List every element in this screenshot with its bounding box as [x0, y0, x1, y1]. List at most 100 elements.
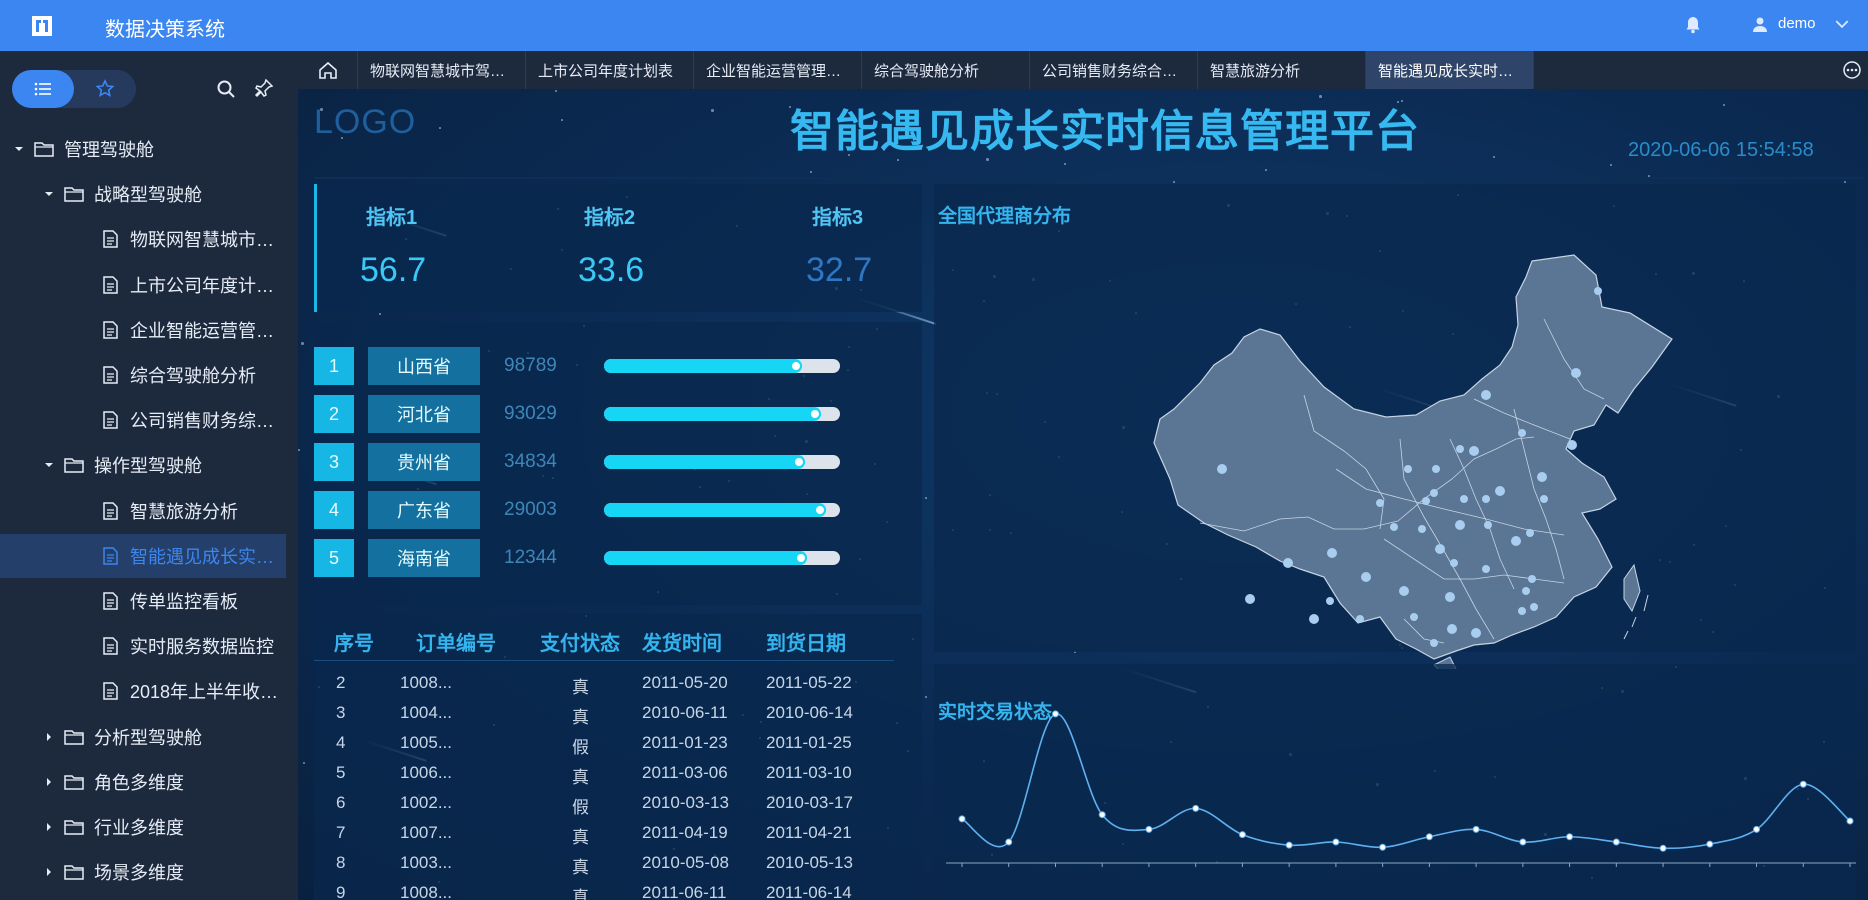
table-cell: 1005... [400, 733, 452, 752]
document-icon [103, 547, 118, 565]
home-tab[interactable] [298, 51, 358, 89]
top-bar: 数据决策系统 demo [0, 0, 1868, 51]
sidebar-item-label: 角色多维度 [94, 772, 184, 793]
sidebar-folder[interactable]: 场景多维度 [0, 850, 286, 894]
folder-icon [64, 775, 84, 790]
rank-number: 3 [314, 443, 354, 481]
tab[interactable]: 物联网智慧城市驾… [358, 51, 526, 89]
china-map[interactable] [1104, 199, 1694, 669]
progress-fill [604, 551, 807, 565]
caret-right-icon [47, 777, 51, 786]
table-cell: 2011-06-14 [766, 883, 852, 900]
favorites-button[interactable] [74, 70, 136, 108]
folder-icon [64, 187, 84, 202]
province-value: 34834 [504, 451, 557, 472]
folder-icon [64, 865, 84, 880]
sidebar-item-label: 行业多维度 [94, 818, 184, 838]
sidebar-item-label: 管理驾驶舱 [64, 140, 154, 160]
table-cell: 2011-05-22 [766, 673, 852, 692]
tab-label: 物联网智慧城市驾… [370, 62, 506, 80]
table-cell: 6 [336, 793, 346, 812]
tab-label: 公司销售财务综合… [1042, 62, 1178, 80]
ranking-row: 1 山西省 98789 [314, 347, 874, 385]
data-point [1285, 841, 1293, 849]
sidebar-folder[interactable]: 管理驾驶舱 [0, 127, 286, 171]
table-cell: 1007... [400, 823, 452, 842]
table-cell: 真 [572, 828, 589, 847]
caret-right-icon [47, 868, 51, 877]
sidebar-item-label: 企业智能运营管… [130, 320, 274, 341]
data-point [958, 815, 966, 823]
sidebar-item[interactable]: 上市公司年度计… [0, 263, 286, 307]
tab[interactable]: 企业智能运营管理… [694, 51, 862, 89]
data-point [1145, 825, 1153, 833]
dashboard-title: 智能遇见成长实时信息管理平台 [790, 107, 1420, 156]
progress-knob [809, 408, 821, 420]
sidebar-folder[interactable]: 角色多维度 [0, 760, 286, 804]
dashboard-logo: LOGO [314, 103, 417, 141]
sidebar-item[interactable]: 智慧旅游分析 [0, 489, 286, 533]
table-cell: 7 [336, 823, 346, 842]
table-header: 发货时间 [642, 633, 722, 655]
user-menu[interactable]: demo [1752, 15, 1850, 32]
province-value: 12344 [504, 547, 557, 568]
dashboard-datetime: 2020-06-06 15:54:58 [1628, 139, 1814, 161]
table-cell: 1008... [400, 673, 452, 692]
document-icon [103, 321, 118, 339]
search-icon[interactable] [216, 79, 236, 99]
table-cell: 真 [572, 678, 589, 697]
kpi-label: 指标1 [366, 207, 418, 229]
sidebar-item[interactable]: 公司销售财务综… [0, 398, 286, 442]
sidebar-folder[interactable]: 战略型驾驶舱 [0, 172, 286, 216]
sidebar-item[interactable]: 实时服务数据监控 [0, 624, 286, 668]
data-point [1192, 804, 1200, 812]
data-point [1098, 811, 1106, 819]
data-point [1519, 838, 1527, 846]
progress-bar [604, 407, 840, 421]
tab[interactable]: 综合驾驶舱分析 [862, 51, 1030, 89]
table-cell: 1006... [400, 763, 452, 782]
kpi-value: 33.6 [578, 251, 645, 289]
table-header: 到货日期 [766, 633, 846, 655]
tab[interactable]: 上市公司年度计划表 [526, 51, 694, 89]
tab[interactable]: 智能遇见成长实时… [1366, 51, 1534, 89]
more-options-icon[interactable] [1842, 60, 1862, 80]
sidebar-item[interactable]: 智能遇见成长实… [0, 533, 286, 578]
sidebar-item[interactable]: 综合驾驶舱分析 [0, 353, 286, 397]
sidebar-item-label: 场景多维度 [94, 863, 184, 884]
progress-fill [604, 407, 821, 421]
province-name: 广东省 [368, 491, 480, 529]
sidebar-item-label: 传单监控看板 [130, 592, 238, 612]
sidebar-item[interactable]: 物联网智慧城市… [0, 217, 286, 261]
sidebar-folder[interactable]: 分析型驾驶舱 [0, 715, 286, 759]
rank-number: 5 [314, 539, 354, 577]
list-icon [34, 82, 51, 96]
tab[interactable]: 智慧旅游分析 [1198, 51, 1366, 89]
table-cell: 真 [572, 888, 589, 900]
table-cell: 2010-06-14 [766, 703, 853, 722]
sidebar-folder[interactable]: 行业多维度 [0, 805, 286, 849]
tab-label: 智能遇见成长实时… [1378, 62, 1514, 80]
progress-knob [795, 552, 807, 564]
tab[interactable]: 公司销售财务综合… [1030, 51, 1198, 89]
table-cell: 4 [336, 733, 346, 752]
table-cell: 2011-05-20 [642, 673, 728, 692]
list-view-button[interactable] [12, 70, 74, 108]
kpi-label: 指标2 [584, 207, 636, 229]
bell-icon[interactable] [1686, 16, 1700, 34]
document-icon [103, 366, 118, 384]
pin-icon[interactable] [254, 78, 274, 98]
table-cell: 假 [572, 798, 589, 817]
folder-icon [34, 142, 54, 157]
sidebar-item[interactable]: 2018年上半年收… [0, 669, 286, 713]
table-cell: 2010-03-17 [766, 793, 853, 812]
sidebar-item[interactable]: 企业智能运营管… [0, 308, 286, 352]
sidebar-item-label: 公司销售财务综… [130, 411, 274, 432]
series-line [961, 713, 1851, 850]
data-point [1051, 710, 1059, 718]
transaction-line-chart[interactable] [934, 689, 1856, 900]
document-icon [103, 230, 118, 249]
data-point [1005, 838, 1013, 846]
sidebar-folder[interactable]: 操作型驾驶舱 [0, 443, 286, 487]
sidebar-item[interactable]: 传单监控看板 [0, 579, 286, 623]
